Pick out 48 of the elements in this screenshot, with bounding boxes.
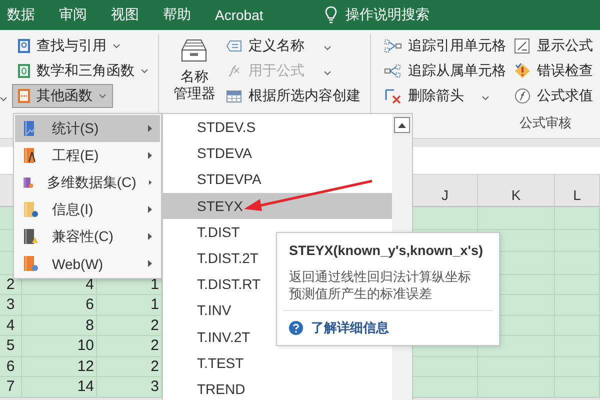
name-manager-button[interactable]: 名称 管理器 (167, 30, 222, 102)
row-header: 7 (0, 377, 22, 398)
menu-item[interactable]: 多维数据集(C) (15, 169, 160, 196)
menu-item[interactable]: STDEVA (163, 140, 392, 166)
ribbon-tab[interactable]: 帮助 (163, 6, 191, 24)
learn-more-link[interactable]: 了解详细信息 (311, 319, 389, 337)
column-header[interactable]: L (555, 175, 600, 207)
column-header[interactable]: K (478, 175, 555, 207)
ribbon-tab[interactable]: 视图 (111, 6, 139, 24)
menu-item[interactable]: T.TEST (163, 350, 392, 376)
table-cell: 1 (97, 295, 162, 316)
row-header: 4 (0, 316, 22, 336)
row-header: 6 (0, 356, 22, 377)
ribbon-dropdown-button[interactable]: 数学和三角函数 (12, 59, 155, 83)
menu-item[interactable]: Web(W) (15, 250, 160, 277)
tooltip-title: STEYX(known_y's,known_x's) (289, 243, 484, 258)
row-header: 3 (0, 295, 22, 316)
table-cell: 8 (22, 316, 97, 336)
ribbon-dropdown-button[interactable]: 查找与引用 (12, 34, 127, 58)
group-title: 公式审核 (520, 114, 572, 132)
ribbon-tab[interactable]: 审阅 (59, 6, 87, 24)
menu-item[interactable]: 统计(S) (15, 115, 160, 142)
menu-item[interactable]: 兼容性(C) (15, 223, 160, 250)
table-cell: 2 (97, 356, 162, 377)
menu-item[interactable]: STDEVPA (163, 166, 392, 193)
ribbon-tab[interactable]: 数据 (7, 6, 35, 24)
menu-item[interactable]: 工程(E) (15, 142, 160, 169)
tell-me-search[interactable]: 操作说明搜索 (345, 6, 430, 24)
tooltip-description: 返回通过线性回归法计算纵坐标预测值所产生的标准误差 (289, 268, 472, 302)
row-header: 5 (0, 336, 22, 356)
table-cell: 12 (22, 356, 97, 377)
ribbon-button[interactable]: 公式求值 (509, 84, 600, 108)
ribbon-button[interactable]: 删除箭头 (379, 84, 496, 108)
ribbon-button[interactable]: 根据所选内容创建 (221, 84, 368, 108)
menu-item[interactable]: 信息(I) (15, 196, 160, 223)
table-cell: 2 (97, 336, 162, 356)
ribbon-dropdown-button[interactable]: 其他函数 (12, 84, 113, 108)
menu-item[interactable]: STDEV.S (163, 114, 392, 140)
table-cell: 14 (22, 377, 97, 398)
ribbon-button[interactable]: 定义名称 (221, 34, 338, 58)
ribbon-tab[interactable]: Acrobat (215, 7, 264, 23)
table-cell: 10 (22, 336, 97, 356)
table-cell: 2 (97, 316, 162, 336)
table-cell: 6 (22, 295, 97, 316)
menu-item[interactable]: STEYX (163, 192, 392, 219)
menu-item[interactable]: TREND (163, 376, 392, 400)
column-header[interactable]: J (413, 175, 478, 207)
table-cell: 3 (97, 377, 162, 398)
